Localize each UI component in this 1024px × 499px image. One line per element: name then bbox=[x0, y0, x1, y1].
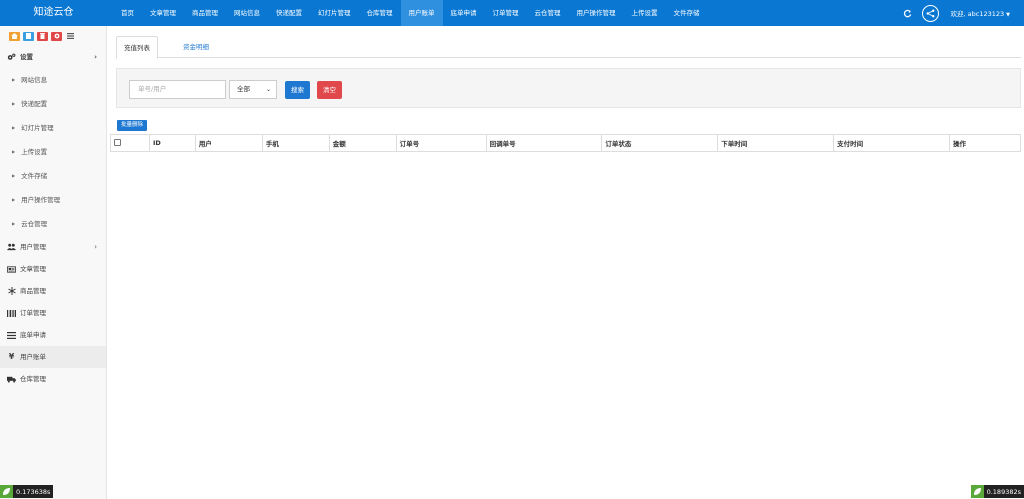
gear-shortcut-icon[interactable] bbox=[51, 31, 62, 41]
nav-item-products[interactable]: 商品管理 bbox=[184, 0, 226, 26]
list-icon[interactable] bbox=[65, 32, 76, 41]
nav-item-user-ops[interactable]: 用户操作管理 bbox=[569, 0, 624, 26]
brand-logo[interactable]: 知途云仓 bbox=[0, 0, 107, 26]
caret-right-icon: ▶ bbox=[12, 197, 16, 202]
users-icon bbox=[7, 243, 16, 252]
sidebar-item-products[interactable]: 商品管理 bbox=[0, 280, 106, 302]
select-all-cell bbox=[110, 134, 150, 152]
nav-item-user-bill[interactable]: 用户账单 bbox=[400, 0, 443, 26]
nav-item-cloud[interactable]: 云仓管理 bbox=[527, 0, 569, 26]
tab-funds-detail[interactable]: 资金明细 bbox=[176, 36, 216, 58]
batch-delete-button[interactable]: 批量删除 bbox=[117, 120, 148, 131]
sidebar-item-settings[interactable]: 设置 › bbox=[0, 46, 106, 68]
column-header-pay-time[interactable]: 支付时间 bbox=[833, 134, 950, 152]
column-header-order-status[interactable]: 订单状态 bbox=[601, 134, 719, 152]
clear-button[interactable]: 清空 bbox=[317, 81, 342, 99]
chevron-right-icon: › bbox=[94, 243, 97, 251]
sidebar-subitem-storage[interactable]: ▶ 文件存储 bbox=[0, 164, 106, 188]
sidebar-subitem-site-info[interactable]: ▶ 网站信息 bbox=[0, 68, 106, 92]
user-avatar-icon[interactable] bbox=[921, 4, 939, 22]
caret-right-icon: ▶ bbox=[12, 149, 16, 154]
load-time-badge-left: 0.173638s bbox=[0, 485, 54, 498]
leaf-logo-icon bbox=[970, 485, 984, 498]
shortcut-buttons bbox=[0, 26, 106, 46]
list-icon bbox=[7, 331, 16, 340]
sidebar-item-bottom-apply[interactable]: 底单申请 bbox=[0, 324, 106, 346]
nav-item-orders[interactable]: 订单管理 bbox=[485, 0, 527, 26]
nav-item-site-info[interactable]: 网站信息 bbox=[226, 0, 268, 26]
caret-right-icon: ▶ bbox=[12, 101, 16, 106]
sidebar-subitem-express[interactable]: ▶ 快递配置 bbox=[0, 92, 106, 116]
filter-panel: 单号/用户 全部 ⌄ 搜索 清空 bbox=[116, 68, 1021, 108]
caret-right-icon: ▶ bbox=[12, 125, 16, 130]
nav-item-articles[interactable]: 文章管理 bbox=[142, 0, 184, 26]
sidebar-item-articles[interactable]: 文章管理 bbox=[0, 258, 106, 280]
sidebar-item-user-mgmt[interactable]: 用户管理 › bbox=[0, 236, 106, 258]
yen-icon: ¥ bbox=[8, 352, 15, 361]
column-header-phone[interactable]: 手机 bbox=[261, 134, 330, 152]
user-area: 欢迎, abc123123 ▼ bbox=[902, 0, 1011, 26]
main-nav: 首页 文章管理 商品管理 网站信息 快递配置 幻灯片管理 仓库管理 用户账单 底… bbox=[113, 0, 708, 26]
column-header-callback-no[interactable]: 回调单号 bbox=[485, 134, 603, 152]
sidebar: 设置 › ▶ 网站信息 ▶ 快递配置 ▶ 幻灯片管理 ▶ 上传设置 ▶ 文件存储 ▶ 用户操… bbox=[0, 26, 107, 499]
chevron-down-icon: ▼ bbox=[1006, 12, 1010, 18]
chevron-right-icon: › bbox=[94, 53, 97, 61]
column-header-user[interactable]: 用户 bbox=[194, 134, 263, 152]
home-shortcut-icon[interactable] bbox=[9, 31, 20, 41]
select-all-checkbox[interactable] bbox=[114, 138, 121, 146]
top-navbar: 知途云仓 首页 文章管理 商品管理 网站信息 快递配置 幻灯片管理 仓库管理 用… bbox=[0, 0, 1024, 26]
column-header-order-time[interactable]: 下单时间 bbox=[717, 134, 835, 152]
barcode-icon bbox=[7, 309, 16, 318]
load-time-badge-right: 0.189382s bbox=[970, 485, 1024, 498]
nav-item-bottom-apply[interactable]: 底单申请 bbox=[443, 0, 485, 26]
sidebar-item-label: 设置 bbox=[20, 53, 33, 61]
nav-item-storage[interactable]: 文件存储 bbox=[666, 0, 708, 26]
nav-item-home[interactable]: 首页 bbox=[113, 0, 142, 26]
caret-right-icon: ▶ bbox=[12, 221, 16, 226]
trash-shortcut-icon[interactable] bbox=[37, 31, 48, 41]
column-header-order-no[interactable]: 订单号 bbox=[395, 134, 487, 152]
nav-item-warehouse[interactable]: 仓库管理 bbox=[359, 0, 401, 26]
nav-item-slides[interactable]: 幻灯片管理 bbox=[310, 0, 359, 26]
snowflake-icon bbox=[7, 287, 16, 296]
column-header-id[interactable]: ID bbox=[148, 134, 196, 152]
recharge-table: ID 用户 手机 金额 订单号 回调单号 订单状态 下单时间 支付时间 操作 bbox=[110, 134, 1021, 152]
sidebar-item-warehouse[interactable]: 仓库管理 bbox=[0, 368, 106, 390]
search-input[interactable]: 单号/用户 bbox=[129, 80, 226, 99]
tab-recharge-list[interactable]: 充值列表 bbox=[116, 36, 158, 59]
sidebar-subitem-user-ops[interactable]: ▶ 用户操作管理 bbox=[0, 188, 106, 212]
nav-item-express[interactable]: 快递配置 bbox=[268, 0, 310, 26]
leaf-logo-icon bbox=[0, 485, 13, 498]
search-button[interactable]: 搜索 bbox=[285, 81, 310, 99]
user-menu[interactable]: 欢迎, abc123123 ▼ bbox=[951, 8, 1011, 18]
sidebar-subitem-slides[interactable]: ▶ 幻灯片管理 bbox=[0, 116, 106, 140]
gears-icon bbox=[7, 53, 16, 62]
status-select[interactable]: 全部 ⌄ bbox=[229, 80, 277, 99]
truck-icon bbox=[7, 375, 16, 384]
column-header-amount[interactable]: 金额 bbox=[328, 134, 397, 152]
chevron-down-icon: ⌄ bbox=[265, 86, 271, 93]
column-header-actions[interactable]: 操作 bbox=[949, 134, 1021, 152]
tab-bar: 充值列表 资金明细 bbox=[116, 36, 1021, 59]
sidebar-subitem-cloud[interactable]: ▶ 云仓管理 bbox=[0, 212, 106, 236]
newspaper-icon bbox=[7, 265, 16, 274]
main-content: 充值列表 资金明细 单号/用户 全部 ⌄ 搜索 清空 批量删除 ID 用户 手机… bbox=[107, 26, 1024, 499]
sidebar-item-user-bill[interactable]: ¥ 用户账单 bbox=[0, 346, 106, 368]
caret-right-icon: ▶ bbox=[12, 77, 16, 82]
file-shortcut-icon[interactable] bbox=[23, 31, 34, 41]
sidebar-item-orders[interactable]: 订单管理 bbox=[0, 302, 106, 324]
refresh-icon[interactable] bbox=[902, 7, 914, 19]
caret-right-icon: ▶ bbox=[12, 173, 16, 178]
sidebar-subitem-upload[interactable]: ▶ 上传设置 bbox=[0, 140, 106, 164]
table-header-row: ID 用户 手机 金额 订单号 回调单号 订单状态 下单时间 支付时间 操作 bbox=[110, 134, 1021, 152]
nav-item-upload[interactable]: 上传设置 bbox=[624, 0, 666, 26]
